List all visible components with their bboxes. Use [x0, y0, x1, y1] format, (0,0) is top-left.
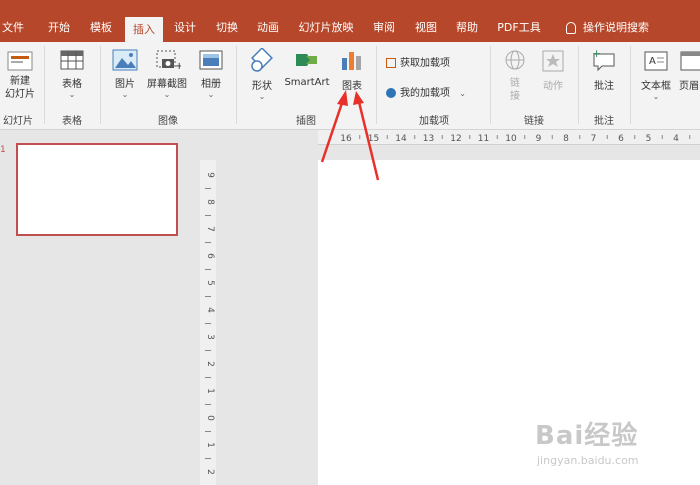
watermark-brand: Bai经验 [535, 421, 639, 451]
red-arrow-left [320, 90, 348, 163]
baidu-watermark: Bai经验 jingyan.baidu.com [535, 415, 695, 475]
watermark-url: jingyan.baidu.com [537, 454, 639, 467]
annotation-arrows [320, 90, 380, 181]
red-arrow-right [353, 91, 380, 181]
